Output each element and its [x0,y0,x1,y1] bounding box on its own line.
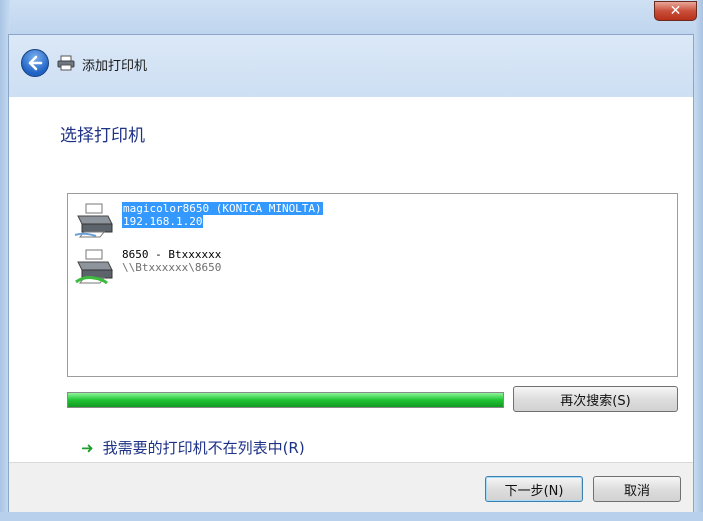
wizard-client-area: 添加打印机 选择打印机 magicolor8650 (KONICA MINOLT… [8,34,694,512]
printer-icon [57,55,75,71]
printer-list-item[interactable]: 8650 - Btxxxxxx \\Btxxxxxx\8650 [74,246,374,286]
window-border-right [694,0,703,521]
printer-not-listed-label: 我需要的打印机不在列表中(R) [102,439,305,457]
printer-name: 8650 - Btxxxxxx [122,248,222,261]
window-frame: ✕ 添加打印机 选择打印机 magicolor8650 (KONICA MINO… [0,0,703,521]
search-progress-fill [68,393,503,407]
printer-address: \\Btxxxxxx\8650 [122,261,222,274]
wizard-content: 选择打印机 magicolor8650 (KONICA MINOLTA) 192… [9,97,693,462]
printer-list[interactable]: magicolor8650 (KONICA MINOLTA) 192.168.1… [67,193,678,377]
close-icon: ✕ [669,3,682,19]
back-button[interactable] [21,49,49,77]
next-button[interactable]: 下一步(N) [485,476,583,502]
page-heading: 选择打印机 [60,126,145,146]
network-printer-icon [74,203,113,238]
printer-address: 192.168.1.20 [122,215,204,228]
window-title: 添加打印机 [82,59,148,74]
printer-name: magicolor8650 (KONICA MINOLTA) [122,202,323,215]
close-button[interactable]: ✕ [654,1,697,21]
search-again-button[interactable]: 再次搜索(S) [513,386,678,412]
shared-printer-icon [75,249,113,284]
wizard-footer: 下一步(N) 取消 [9,462,693,512]
wizard-header: 添加打印机 [9,35,693,97]
printer-list-item[interactable]: magicolor8650 (KONICA MINOLTA) 192.168.1… [74,200,374,240]
printer-item-text: magicolor8650 (KONICA MINOLTA) 192.168.1… [122,202,323,228]
cancel-button[interactable]: 取消 [593,476,681,502]
search-progress-bar [67,392,504,408]
window-border-bottom [0,512,703,521]
printer-item-text: 8650 - Btxxxxxx \\Btxxxxxx\8650 [122,248,221,274]
arrow-right-icon: ➜ [81,438,94,457]
printer-not-listed-link[interactable]: ➜ 我需要的打印机不在列表中(R) [81,437,305,458]
back-arrow-icon [28,55,43,71]
